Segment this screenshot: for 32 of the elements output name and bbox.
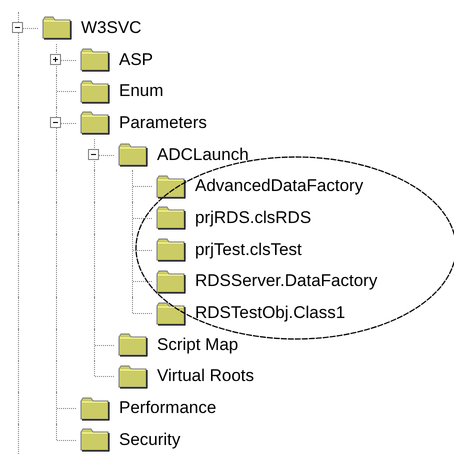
folder-icon [156, 268, 186, 294]
folder-icon [156, 237, 186, 262]
folder-icon [80, 110, 110, 136]
folder-icon [118, 142, 148, 168]
folder-icon [80, 78, 110, 104]
folder-icon [118, 364, 148, 389]
collapse-icon[interactable] [50, 116, 61, 128]
folder-icon [80, 396, 110, 421]
tree-item[interactable]: W3SVC [80, 16, 142, 39]
tree-item[interactable]: Parameters [118, 112, 208, 134]
tree-item[interactable]: Script Map [156, 334, 240, 356]
folder-icon [80, 47, 110, 72]
folder-icon [80, 427, 110, 452]
collapse-icon[interactable] [88, 148, 99, 160]
tree-item[interactable]: prjRDS.clsRDS [194, 206, 312, 229]
tree-item[interactable]: prjTest.clsTest [194, 238, 303, 261]
expand-icon[interactable] [50, 54, 61, 65]
tree-item[interactable]: ASP [118, 48, 154, 71]
tree-item[interactable]: RDSTestObj.Class1 [194, 302, 346, 324]
collapse-icon[interactable] [12, 22, 23, 33]
tree-item[interactable]: RDSServer.DataFactory [194, 270, 378, 292]
tree-item[interactable]: AdvancedDataFactory [194, 175, 364, 198]
tree-item[interactable]: Security [118, 428, 182, 451]
folder-icon [156, 174, 186, 199]
folder-icon [118, 332, 148, 358]
folder-icon [156, 300, 186, 326]
tree-item[interactable]: Enum [118, 80, 164, 102]
tree-item[interactable]: Performance [118, 397, 218, 420]
tree-item[interactable]: ADCLaunch [156, 144, 250, 166]
tree-item[interactable]: Virtual Roots [156, 365, 256, 388]
folder-icon [156, 205, 186, 230]
folder-icon [42, 15, 72, 40]
